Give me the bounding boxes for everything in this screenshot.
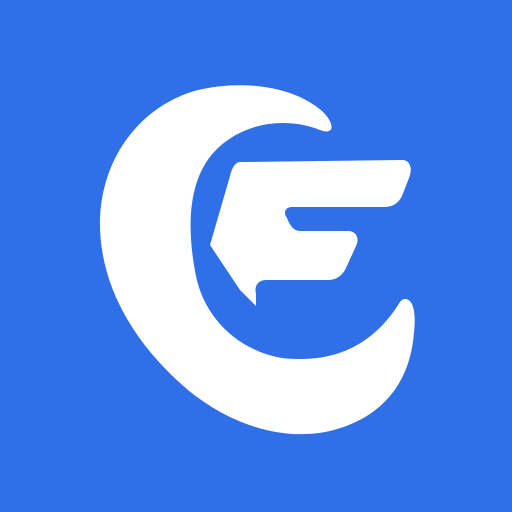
cf-logo-icon bbox=[0, 0, 512, 512]
app-icon bbox=[0, 0, 512, 512]
